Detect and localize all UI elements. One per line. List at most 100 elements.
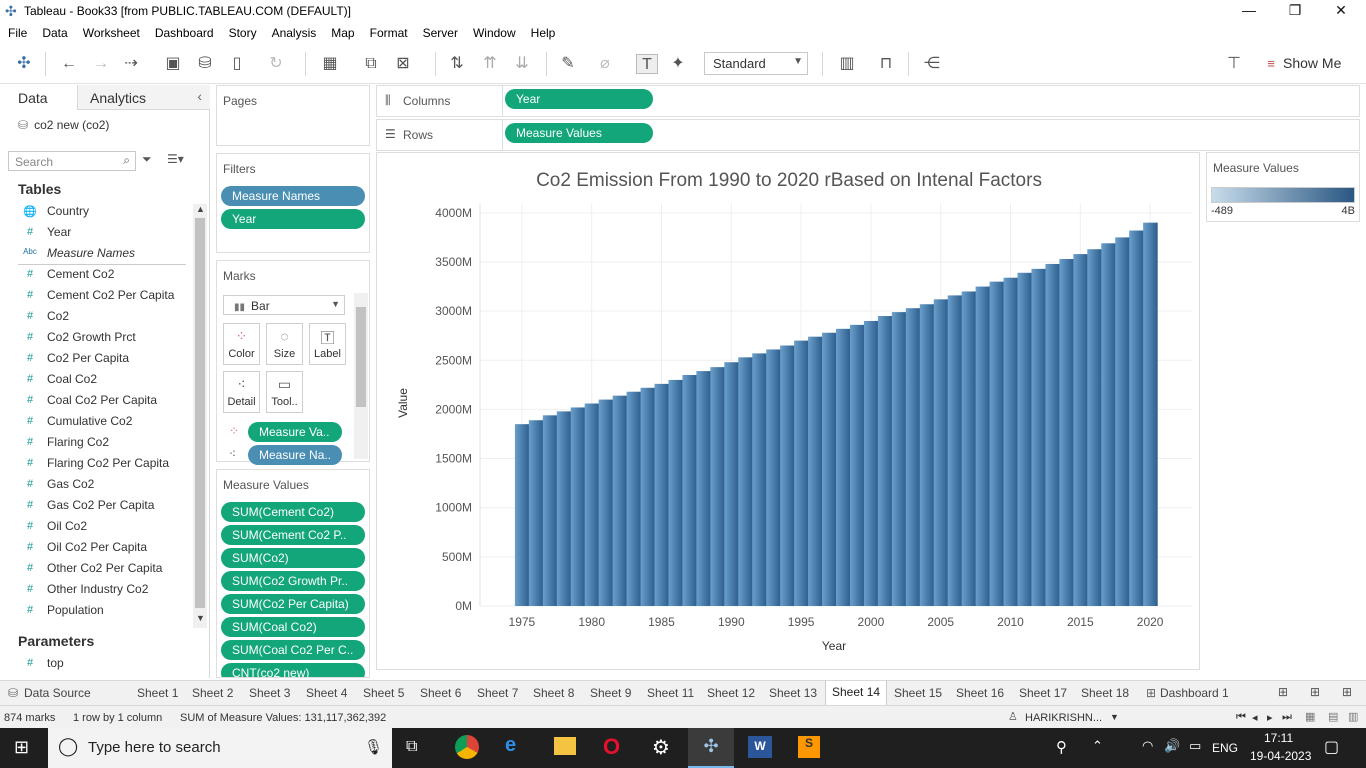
chart-bar[interactable] bbox=[556, 411, 572, 606]
file-explorer-icon[interactable] bbox=[554, 737, 576, 755]
tab-sheet[interactable]: Sheet 1 bbox=[137, 686, 178, 700]
menu-help[interactable]: Help bbox=[523, 23, 563, 40]
sort-descending-icon[interactable]: ⇊ bbox=[511, 54, 533, 74]
tab-sheet[interactable]: Sheet 6 bbox=[420, 686, 461, 700]
tableau-taskbar-icon[interactable]: ✣ bbox=[688, 728, 734, 768]
tab-sheet[interactable]: Sheet 12 bbox=[707, 686, 755, 700]
search-input[interactable]: Search ⌕ bbox=[8, 151, 136, 171]
chart-bar[interactable] bbox=[1031, 268, 1047, 606]
color-button[interactable]: ⁘ Color bbox=[223, 323, 260, 365]
measure-value-pill[interactable]: SUM(Cement Co2) bbox=[221, 502, 365, 522]
restore-button[interactable]: ❐ bbox=[1272, 2, 1318, 22]
tab-sheet[interactable]: Sheet 2 bbox=[192, 686, 233, 700]
new-worksheet-icon[interactable]: ▦ bbox=[319, 54, 341, 74]
undo-icon[interactable]: ← bbox=[58, 54, 80, 74]
measure-value-pill[interactable]: SUM(Co2) bbox=[221, 548, 365, 568]
show-me-icon[interactable]: ≡ bbox=[1260, 54, 1282, 74]
view-options-icon[interactable]: ☰▾ bbox=[167, 152, 184, 166]
chart-bar[interactable] bbox=[1017, 272, 1033, 606]
chart-svg[interactable]: Co2 Emission From 1990 to 2020 rBased on… bbox=[377, 153, 1199, 669]
menu-file[interactable]: File bbox=[0, 23, 34, 40]
chart-bar[interactable] bbox=[1115, 237, 1130, 606]
chart-bar[interactable] bbox=[612, 395, 628, 606]
tableau-home-icon[interactable]: ✣ bbox=[13, 54, 35, 74]
columns-shelf[interactable]: ⫼ Columns Year bbox=[376, 85, 1360, 117]
measure-value-pill[interactable]: SUM(Coal Co2) bbox=[221, 617, 365, 637]
volume-icon[interactable]: 🔊 bbox=[1164, 738, 1180, 754]
field-item[interactable]: # Other Industry Co2 bbox=[0, 579, 192, 600]
tab-sheet[interactable]: Sheet 9 bbox=[590, 686, 631, 700]
list-view-icon[interactable]: ▤ bbox=[1328, 710, 1338, 723]
filter-pill-measure-names[interactable]: Measure Names bbox=[221, 186, 365, 206]
swap-icon[interactable]: ⇅ bbox=[446, 54, 468, 74]
marks-scrollbar[interactable] bbox=[354, 293, 368, 459]
chart-bar[interactable] bbox=[836, 328, 851, 606]
chart-bar[interactable] bbox=[863, 320, 879, 606]
fit-select[interactable]: Standard ▼ bbox=[704, 52, 808, 75]
chart-bar[interactable] bbox=[1143, 222, 1158, 606]
scrollbar-thumb[interactable] bbox=[195, 218, 205, 608]
menu-data[interactable]: Data bbox=[34, 23, 74, 40]
minimize-button[interactable]: — bbox=[1226, 2, 1272, 22]
chart-bar[interactable] bbox=[919, 304, 935, 606]
legend-gradient[interactable] bbox=[1211, 187, 1355, 203]
detail-button[interactable]: ⁖ Detail bbox=[223, 371, 260, 413]
sublime-icon[interactable]: S bbox=[798, 736, 820, 758]
chart-bar[interactable] bbox=[710, 367, 725, 606]
chart-bar[interactable] bbox=[752, 353, 767, 606]
chart-bar[interactable] bbox=[961, 291, 977, 606]
chart-bar[interactable] bbox=[682, 375, 697, 606]
chart-bar[interactable] bbox=[1129, 230, 1144, 606]
field-item[interactable]: # Gas Co2 bbox=[0, 474, 192, 495]
tab-sheet[interactable]: Sheet 8 bbox=[533, 686, 574, 700]
chart-bar[interactable] bbox=[570, 407, 586, 606]
color-legend[interactable]: Measure Values -489 4B bbox=[1206, 152, 1360, 222]
prev-sheet-icon[interactable]: ◂ bbox=[1252, 711, 1258, 724]
datasource-item[interactable]: ⛁ co2 new (co2) bbox=[18, 118, 109, 132]
chart-bar[interactable] bbox=[640, 387, 656, 606]
chart-bar[interactable] bbox=[1087, 249, 1102, 606]
field-item[interactable]: # Cumulative Co2 bbox=[0, 411, 192, 432]
tab-sheet[interactable]: Sheet 18 bbox=[1081, 686, 1129, 700]
pages-card[interactable]: Pages bbox=[216, 85, 370, 146]
group-icon[interactable]: ⌀ bbox=[594, 54, 616, 74]
field-item[interactable]: # Population bbox=[0, 600, 192, 621]
tab-sheet[interactable]: Sheet 11 bbox=[647, 686, 694, 700]
chart-bar[interactable] bbox=[542, 415, 558, 606]
chevron-down-icon[interactable]: ▼ bbox=[1110, 712, 1119, 722]
chart-bar[interactable] bbox=[1003, 277, 1019, 606]
windows-start-icon[interactable]: ⊞ bbox=[14, 737, 29, 758]
tab-sheet[interactable]: Sheet 15 bbox=[894, 686, 942, 700]
chart-bar[interactable] bbox=[584, 403, 600, 606]
measure-value-pill[interactable]: SUM(Coal Co2 Per C.. bbox=[221, 640, 365, 660]
field-item[interactable]: # Co2 Per Capita bbox=[0, 348, 192, 369]
chart-bar[interactable] bbox=[794, 340, 809, 606]
save-icon[interactable]: ▣ bbox=[162, 54, 184, 74]
notification-icon[interactable]: ▢ bbox=[1324, 737, 1339, 757]
chart-bar[interactable] bbox=[528, 420, 544, 606]
tab-sheet[interactable]: Sheet 7 bbox=[477, 686, 518, 700]
tab-sheet[interactable]: Sheet 14 bbox=[825, 681, 888, 706]
menu-format[interactable]: Format bbox=[362, 23, 415, 40]
menu-server[interactable]: Server bbox=[415, 23, 465, 40]
pause-updates-icon[interactable]: ▯ bbox=[226, 54, 248, 74]
show-cards-icon[interactable]: ▥ bbox=[836, 54, 858, 74]
clock-time[interactable]: 17:11 bbox=[1264, 731, 1293, 745]
chrome-icon[interactable] bbox=[455, 735, 479, 759]
mark-type-select[interactable]: ▮▮ Bar ▼ bbox=[223, 295, 345, 315]
chart-bar[interactable] bbox=[1059, 259, 1074, 606]
language-indicator[interactable]: ENG bbox=[1212, 741, 1238, 755]
tab-data-source[interactable]: Data Source bbox=[24, 686, 91, 700]
tab-analytics[interactable]: Analytics ‹ bbox=[78, 85, 210, 110]
field-item[interactable]: # Co2 bbox=[0, 306, 192, 327]
field-item[interactable]: # Flaring Co2 bbox=[0, 432, 192, 453]
scrollbar-thumb[interactable] bbox=[356, 307, 366, 407]
tab-dashboard[interactable]: Dashboard 1 bbox=[1160, 686, 1229, 700]
chart-bar[interactable] bbox=[989, 281, 1005, 606]
filters-card[interactable]: Filters Measure Names Year bbox=[216, 153, 370, 253]
first-sheet-icon[interactable]: ⏮ bbox=[1236, 711, 1246, 724]
field-item[interactable]: # Oil Co2 Per Capita bbox=[0, 537, 192, 558]
scroll-down-icon[interactable]: ▼ bbox=[196, 613, 205, 623]
menu-window[interactable]: Window bbox=[465, 23, 523, 40]
menu-story[interactable]: Story bbox=[221, 23, 264, 40]
